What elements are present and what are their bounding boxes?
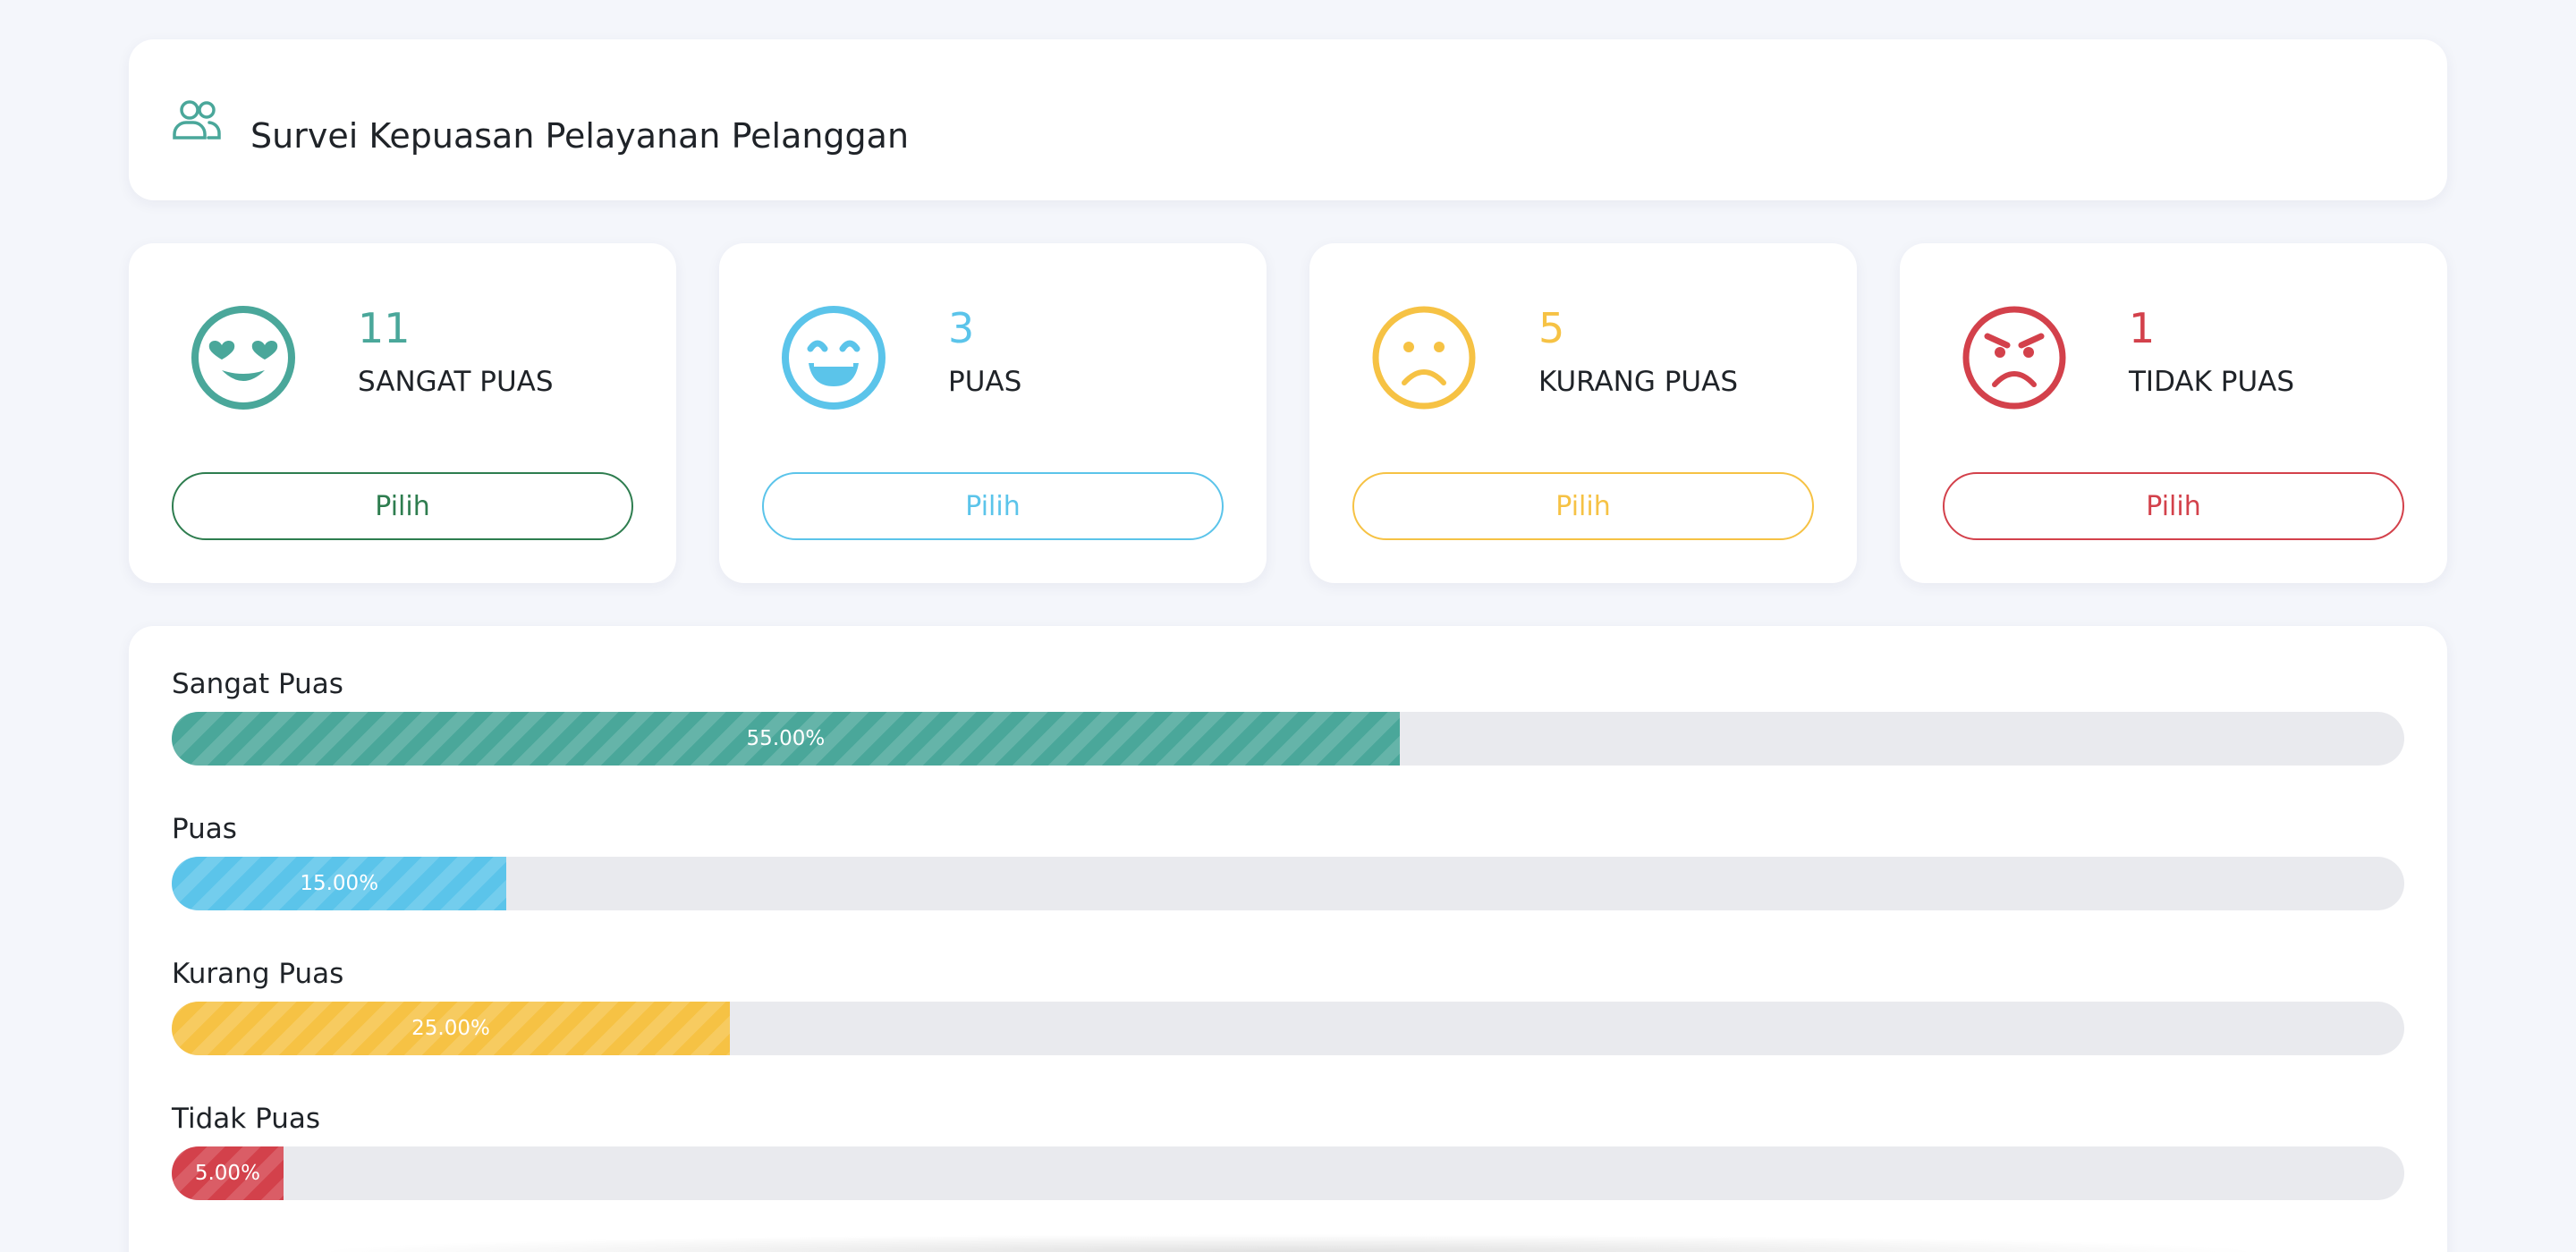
progress-track: 25.00% [172, 1002, 2404, 1055]
progress-percent: 25.00% [411, 1017, 490, 1040]
progress-row-sangat-puas: Sangat Puas 55.00% [172, 668, 2404, 766]
stat-label: SANGAT PUAS [358, 366, 554, 398]
progress-row-puas: Puas 15.00% [172, 813, 2404, 910]
stat-label: TIDAK PUAS [2129, 366, 2295, 398]
frowning-face-icon [1370, 304, 1478, 411]
stat-count: 11 [358, 304, 411, 352]
progress-bar: 55.00% [172, 712, 1400, 766]
progress-bar: 25.00% [172, 1002, 730, 1055]
bottom-shadow [304, 1234, 2272, 1252]
stat-label: KURANG PUAS [1538, 366, 1739, 398]
grinning-face-icon [780, 304, 887, 411]
progress-panel: Sangat Puas 55.00% Puas 15.00% Kurang Pu… [129, 626, 2447, 1252]
progress-label: Sangat Puas [172, 668, 343, 700]
stat-count: 1 [2129, 304, 2156, 352]
stat-count: 5 [1538, 304, 1565, 352]
angry-face-icon [1961, 304, 2068, 411]
progress-row-kurang-puas: Kurang Puas 25.00% [172, 958, 2404, 1055]
stat-label: PUAS [948, 366, 1022, 398]
users-icon [172, 98, 222, 141]
heart-eyes-face-icon [190, 304, 297, 411]
progress-percent: 55.00% [746, 727, 826, 750]
progress-percent: 5.00% [194, 1162, 260, 1185]
page-title: Survei Kepuasan Pelayanan Pelanggan [250, 116, 910, 156]
stat-card-sangat-puas: 11 SANGAT PUAS Pilih [129, 243, 676, 583]
pilih-button-sangat-puas[interactable]: Pilih [172, 472, 633, 540]
stat-count: 3 [948, 304, 975, 352]
survey-header: Survei Kepuasan Pelayanan Pelanggan [129, 39, 2447, 200]
progress-label: Puas [172, 813, 237, 845]
progress-track: 55.00% [172, 712, 2404, 766]
progress-label: Tidak Puas [172, 1103, 321, 1135]
progress-bar: 5.00% [172, 1146, 284, 1200]
stat-card-tidak-puas: 1 TIDAK PUAS Pilih [1900, 243, 2447, 583]
progress-bar: 15.00% [172, 857, 507, 910]
pilih-button-kurang-puas[interactable]: Pilih [1352, 472, 1814, 540]
progress-track: 15.00% [172, 857, 2404, 910]
progress-label: Kurang Puas [172, 958, 344, 990]
progress-track: 5.00% [172, 1146, 2404, 1200]
pilih-button-tidak-puas[interactable]: Pilih [1943, 472, 2404, 540]
stat-card-kurang-puas: 5 KURANG PUAS Pilih [1309, 243, 1857, 583]
progress-row-tidak-puas: Tidak Puas 5.00% [172, 1103, 2404, 1200]
progress-percent: 15.00% [300, 872, 379, 895]
stat-card-puas: 3 PUAS Pilih [719, 243, 1267, 583]
pilih-button-puas[interactable]: Pilih [762, 472, 1224, 540]
